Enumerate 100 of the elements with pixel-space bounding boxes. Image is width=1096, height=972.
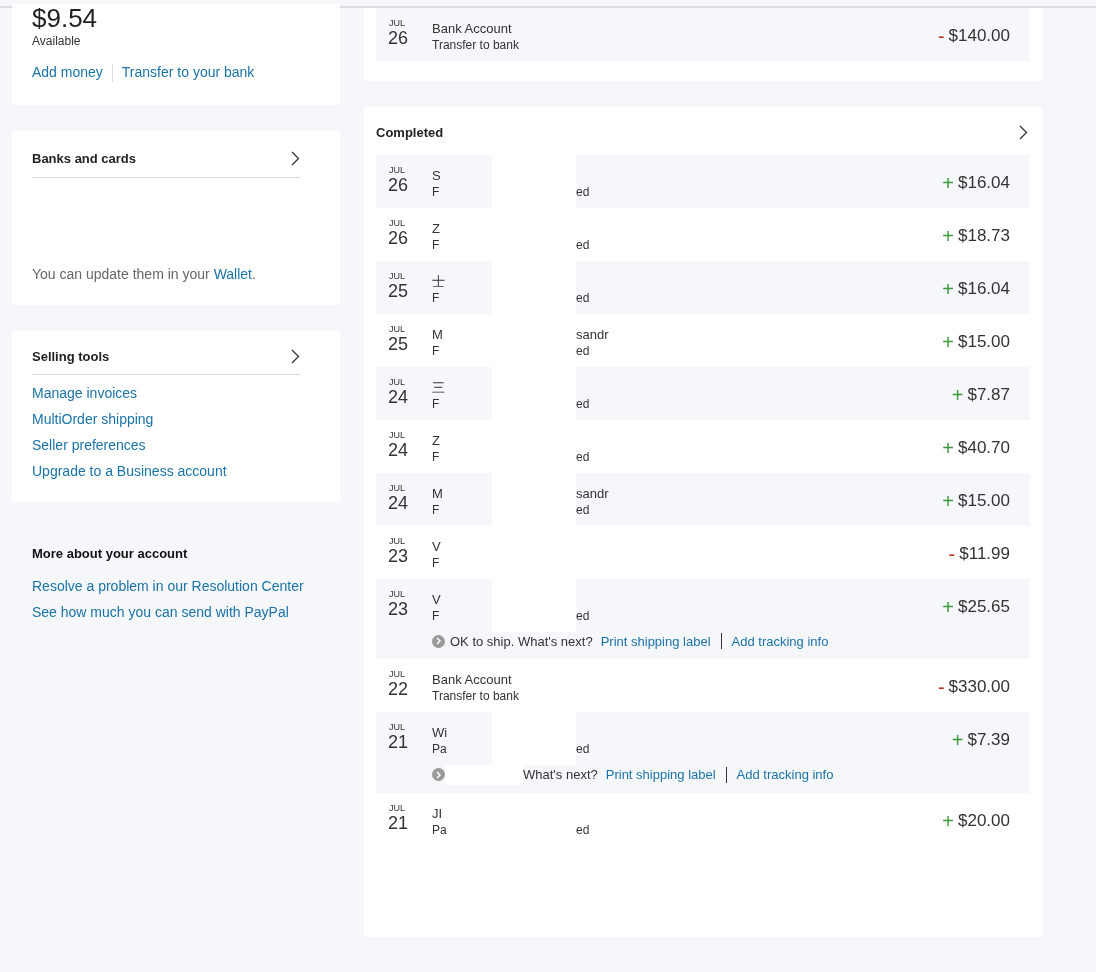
transaction-detail: F — [432, 554, 441, 571]
amount-sign: + — [942, 225, 954, 246]
transaction-detail: Transfer to bank — [432, 37, 519, 53]
transaction-name: M — [432, 325, 444, 343]
date-day: 26 — [388, 174, 409, 195]
amount: $7.39 — [967, 730, 1010, 750]
chevron-right-icon[interactable] — [291, 151, 300, 167]
amount-sign: + — [942, 331, 954, 352]
date-day: 23 — [388, 545, 409, 566]
date-month: JUL — [388, 482, 405, 493]
amount-sign: + — [951, 730, 964, 750]
transaction-detail: Transfer to bank — [432, 688, 519, 704]
amount-sign: + — [942, 437, 954, 458]
add-money-link[interactable]: Add money — [32, 62, 103, 83]
date-day: 24 — [388, 386, 409, 407]
date-month: JUL — [388, 429, 405, 440]
transaction-detail: ed — [576, 395, 590, 412]
section-title: More about your account — [32, 545, 189, 563]
tool-link[interactable]: Upgrade to a Business account — [32, 461, 320, 482]
amount: $15.00 — [958, 490, 1010, 511]
transaction-detail: F — [432, 607, 441, 624]
transaction-name: 士 — [432, 272, 446, 290]
amount-sign: - — [948, 543, 956, 564]
chevron-right-icon[interactable] — [1019, 125, 1028, 141]
transaction-name: V — [432, 590, 442, 608]
date-month: JUL — [388, 669, 405, 679]
transfer-link[interactable]: Transfer to your bank — [121, 62, 255, 83]
account-link[interactable]: See how much you can send with PayPal — [32, 601, 320, 623]
amount: $20.00 — [958, 810, 1010, 831]
balance-label: Available — [32, 33, 82, 50]
tracking-link[interactable]: Add tracking info — [736, 765, 834, 785]
date-day: 24 — [388, 439, 409, 460]
transaction-detail: F — [432, 342, 441, 359]
transaction-detail: F — [432, 501, 441, 518]
status-icon — [432, 634, 445, 648]
transaction-row[interactable]: JUL 21 Wi Pa ed What's next? Print shipping label Add tracking info + $7.39 — [376, 712, 1030, 793]
amount: $330.00 — [948, 677, 1010, 697]
date-month: JUL — [388, 376, 405, 387]
wallet-note: You can update them in your Wallet. — [32, 264, 257, 284]
amount: $16.04 — [958, 172, 1010, 193]
transaction-detail: F — [432, 183, 441, 200]
transaction-name: Z — [432, 431, 441, 449]
amount: $140.00 — [948, 26, 1010, 46]
amount-sign: + — [942, 278, 954, 299]
transaction-name: Wi — [432, 724, 449, 741]
amount: $11.99 — [959, 543, 1010, 564]
transaction-detail: ed — [576, 289, 590, 306]
wallet-link[interactable]: Wallet — [213, 265, 252, 282]
tracking-link[interactable]: Add tracking info — [731, 631, 829, 651]
transaction-row[interactable]: JUL 23 V F ed OK to ship. What's next? Print shipping label Add tracking info + $25.65 — [376, 578, 1030, 659]
status-icon — [432, 768, 445, 782]
transaction-detail: Pa — [432, 741, 448, 757]
transaction-row[interactable]: JUL 26 Bank Account Transfer to bank - $140.00 — [376, 8, 1030, 61]
tool-link[interactable]: Seller preferences — [32, 435, 320, 456]
transaction-name: 三 — [432, 378, 446, 396]
date-month: JUL — [388, 722, 405, 732]
tool-link[interactable]: MultiOrder shipping — [32, 409, 320, 430]
date-month: JUL — [388, 588, 405, 599]
transaction-name: sandr — [576, 484, 609, 502]
transaction-name: V — [432, 537, 442, 555]
chevron-right-icon[interactable] — [291, 348, 300, 364]
tool-link[interactable]: Manage invoices — [32, 383, 320, 404]
transaction-detail: ed — [576, 821, 590, 838]
amount-sign: + — [951, 384, 964, 405]
section-title: Completed — [376, 124, 444, 142]
date-day: 26 — [388, 227, 409, 248]
date-day: 26 — [388, 28, 409, 48]
transaction-name: S — [432, 166, 442, 184]
transaction-row[interactable]: JUL 24 M F sandr ed + $15.00 — [376, 472, 1030, 526]
transaction-row[interactable]: JUL 24 三 F ed + $7.87 — [376, 366, 1030, 420]
amount: $16.04 — [958, 278, 1010, 299]
date-day: 22 — [388, 679, 409, 699]
amount-sign: + — [942, 172, 954, 193]
transaction-name: sandr — [576, 325, 609, 343]
date-month: JUL — [388, 164, 405, 175]
amount-sign: - — [937, 677, 945, 697]
amount: $40.70 — [958, 437, 1010, 458]
date-month: JUL — [388, 217, 405, 228]
section-title: Banks and cards — [32, 150, 137, 168]
transaction-detail: Pa — [432, 821, 448, 838]
amount: $25.65 — [958, 596, 1010, 617]
ship-status: OK to ship. What's next? — [450, 632, 593, 651]
balance-amount: $9.54 — [32, 4, 99, 32]
transaction-name: Bank Account — [432, 671, 513, 688]
print-label-link[interactable]: Print shipping label — [605, 765, 716, 785]
date-month: JUL — [388, 18, 405, 28]
amount: $18.73 — [958, 225, 1010, 246]
amount: $15.00 — [958, 331, 1010, 352]
print-label-link[interactable]: Print shipping label — [600, 631, 711, 651]
date-day: 21 — [388, 732, 409, 752]
transaction-name: Z — [432, 219, 441, 237]
section-title: Selling tools — [32, 347, 110, 366]
transaction-row[interactable]: JUL 25 士 F ed + $16.04 — [376, 260, 1030, 314]
transaction-detail: ed — [576, 183, 590, 200]
date-day: 24 — [388, 492, 409, 513]
ship-status: What's next? — [523, 766, 598, 784]
transaction-row[interactable]: JUL 26 S F ed + $16.04 — [376, 154, 1030, 208]
transaction-detail: F — [432, 448, 441, 465]
transaction-detail: ed — [576, 741, 590, 757]
account-link[interactable]: Resolve a problem in our Resolution Center — [32, 575, 320, 597]
